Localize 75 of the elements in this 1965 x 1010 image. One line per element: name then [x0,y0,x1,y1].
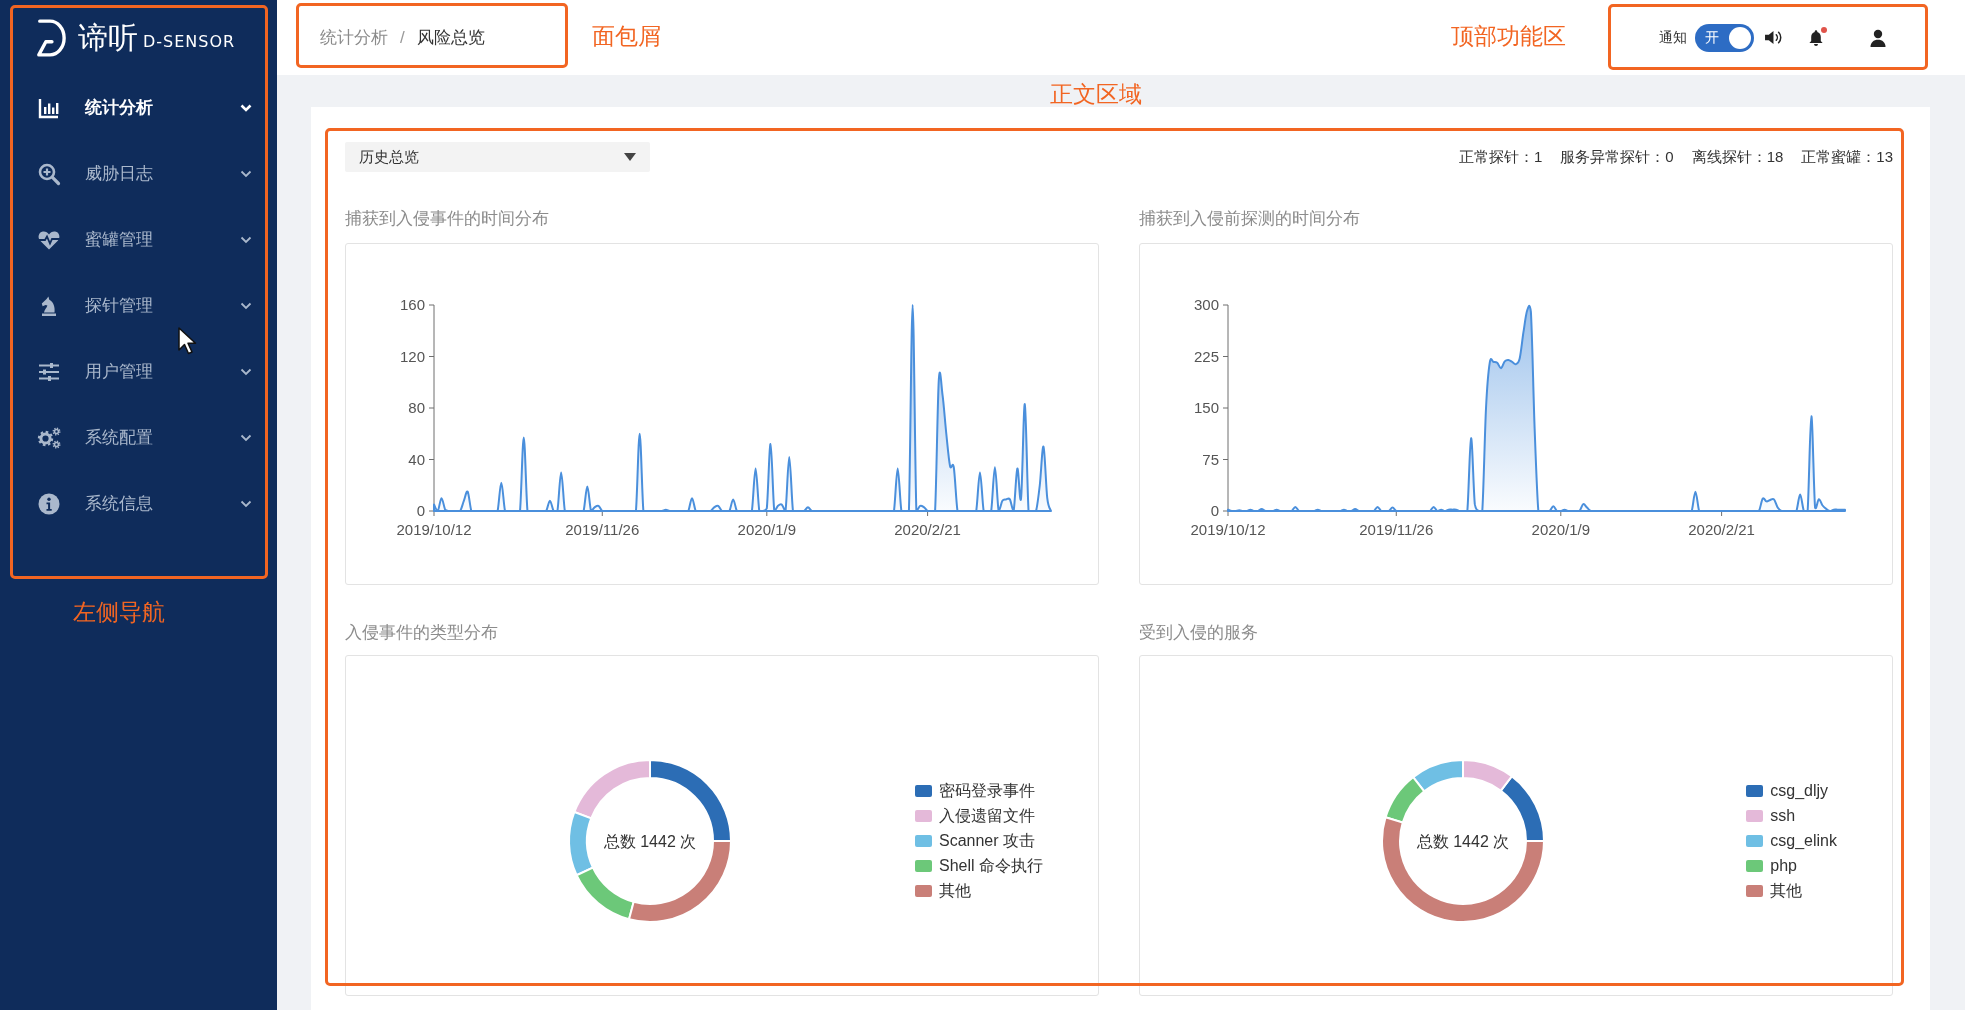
range-select[interactable]: 历史总览 [345,142,650,172]
nav-menu-item[interactable]: 用户管理 [0,339,277,405]
breadcrumb-item[interactable]: 统计分析 [320,24,388,51]
notification-toggle[interactable]: 开 [1695,23,1754,52]
nav-menu-item[interactable]: 系统配置 [0,405,277,471]
axis-tick-label: 225 [1193,347,1219,365]
probe-stat-text: 正常探针：1 [1458,146,1543,167]
axis-tick-label: 40 [408,450,425,468]
axis-tick-label: 2020/1/9 [1531,521,1590,538]
mouse-pointer-icon [177,326,197,356]
breadcrumb-separator: / [400,26,405,49]
axis-tick-label: 80 [408,399,425,416]
axis-tick-label: 0 [416,502,425,519]
legend-label: 入侵遗留文件 [938,805,1035,826]
legend-label: php [1770,855,1797,876]
chevron-down-icon [240,498,252,510]
nav-menu-item[interactable]: 蜜罐管理 [0,207,277,273]
zoom-in-icon [37,162,61,186]
brand-subtitle: D-SENSOR [143,34,236,50]
probe-stat-text: 正常蜜罐：13 [1801,146,1893,167]
logo-icon [36,17,66,58]
gears-icon [37,426,61,450]
brand-name: 谛听 [78,22,138,53]
legend-label: csg_dljy [1770,780,1829,801]
speaker-icon[interactable] [1764,30,1782,45]
probe-stat-text: 离线探针：18 [1691,146,1784,167]
notification-label: 通知 [1659,28,1687,47]
caret-down-icon [624,153,636,161]
chart-title: 受到入侵的服务 [1139,622,1259,644]
annotation-label: 正文区域 [1050,80,1142,108]
axis-tick-label: 0 [1210,502,1219,519]
axis-tick-label: 2019/11/26 [565,521,640,538]
legend-label: 其他 [938,880,971,901]
chevron-down-icon [240,432,252,444]
user-icon[interactable] [1870,28,1886,47]
axis-tick-label: 2020/2/21 [1688,521,1755,538]
chevron-down-icon [240,168,252,180]
donut-total-label: 总数 1442 次 [604,832,697,850]
legend-label: Shell 命令执行 [938,855,1043,876]
bell-icon[interactable] [1808,28,1824,47]
nav-menu-item[interactable]: 系统信息 [0,471,277,537]
probe-stat-text: 服务异常探针：0 [1560,146,1674,167]
legend-label: 其他 [1770,880,1803,901]
axis-tick-label: 2020/1/9 [737,521,796,538]
donut-total-label: 总数 1442 次 [1416,832,1510,850]
chart-title: 捕获到入侵前探测的时间分布 [1139,208,1361,230]
bar-chart-icon [37,96,61,120]
legend-label: csg_elink [1770,830,1837,851]
axis-tick-label: 300 [1193,296,1219,313]
annotation-label: 左侧导航 [73,598,165,626]
axis-tick-label: 150 [1193,399,1219,416]
chart-title: 捕获到入侵事件的时间分布 [345,208,550,230]
legend-label: ssh [1770,805,1796,826]
axis-tick-label: 75 [1202,450,1219,468]
axis-tick-label: 2020/2/21 [894,521,961,538]
legend-label: Scanner 攻击 [938,830,1035,851]
axis-tick-label: 2019/10/12 [1190,521,1266,538]
axis-tick-label: 120 [399,347,425,365]
axis-tick-label: 2019/10/12 [396,521,472,538]
nav-menu-item[interactable]: 探针管理 [0,273,277,339]
axis-tick-label: 2019/11/26 [1359,521,1434,538]
chevron-down-icon [240,300,252,312]
nav-menu-item[interactable]: 威胁日志 [0,141,277,207]
chevron-down-icon [240,366,252,378]
chart-title: 入侵事件的类型分布 [345,622,499,644]
annotation-label: 面包屑 [592,22,661,50]
legend-label: 密码登录事件 [938,780,1035,801]
info-icon [37,492,61,516]
sliders-icon [37,360,61,384]
annotation-label: 顶部功能区 [1451,22,1566,50]
chevron-down-icon [240,102,252,114]
breadcrumb-item[interactable]: 风险总览 [416,24,485,51]
axis-tick-label: 160 [399,296,425,313]
chevron-down-icon [240,234,252,246]
nav-menu-item[interactable]: 统计分析 [0,75,277,141]
